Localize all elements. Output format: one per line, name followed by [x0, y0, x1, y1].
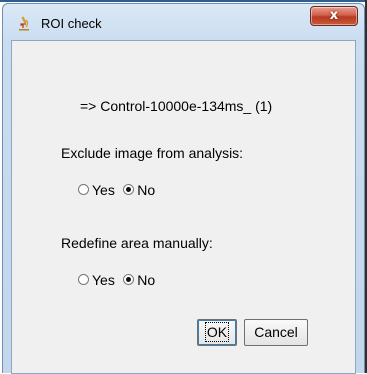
- cancel-button[interactable]: Cancel: [244, 319, 308, 346]
- redefine-no-radio[interactable]: [123, 274, 135, 286]
- close-icon: x: [329, 8, 339, 23]
- microscope-icon: [16, 15, 32, 31]
- redefine-yes-label[interactable]: Yes: [92, 272, 115, 288]
- close-button[interactable]: x: [310, 6, 358, 26]
- exclude-no-label[interactable]: No: [137, 182, 155, 198]
- cancel-button-label: Cancel: [254, 324, 298, 340]
- desktop-edge: [0, 0, 367, 2]
- window-title: ROI check: [41, 16, 102, 31]
- exclude-radio-group: Yes No: [78, 181, 159, 198]
- dialog-window: ROI check x => Control-10000e-134ms_ (1)…: [2, 3, 365, 374]
- exclude-question-label: Exclude image from analysis:: [61, 145, 244, 161]
- redefine-yes-radio[interactable]: [78, 274, 89, 286]
- title-bar[interactable]: ROI check x: [3, 4, 364, 40]
- image-filename: => Control-10000e-134ms_ (1): [80, 98, 273, 114]
- ok-button[interactable]: OK: [197, 319, 237, 346]
- exclude-yes-label[interactable]: Yes: [92, 182, 115, 198]
- ok-button-label: OK: [204, 322, 230, 342]
- redefine-radio-group: Yes No: [78, 271, 159, 288]
- exclude-yes-radio[interactable]: [78, 184, 89, 196]
- exclude-no-radio[interactable]: [123, 184, 135, 196]
- redefine-question-label: Redefine area manually:: [61, 235, 213, 251]
- dialog-content: => Control-10000e-134ms_ (1) Exclude ima…: [11, 40, 356, 374]
- redefine-no-label[interactable]: No: [137, 272, 155, 288]
